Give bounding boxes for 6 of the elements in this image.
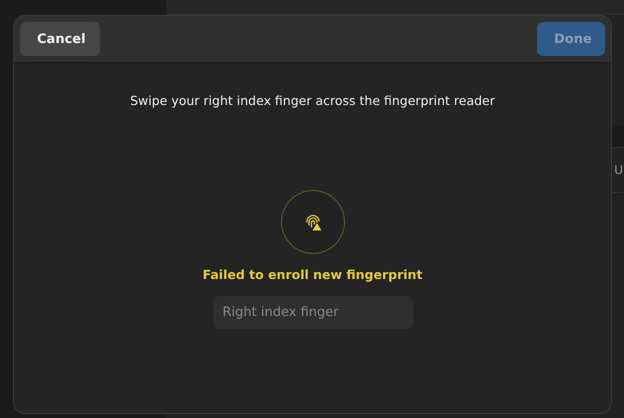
name-field[interactable]: Right index finger [212, 296, 412, 329]
fingerprint-warning-icon [304, 213, 322, 231]
status-message: Failed to enroll new fingerprint [202, 267, 422, 282]
cancel-button[interactable]: Cancel [20, 22, 100, 56]
instruction-text: Swipe your right index finger across the fingerprint reader [130, 93, 495, 108]
background-text: U [614, 163, 623, 177]
